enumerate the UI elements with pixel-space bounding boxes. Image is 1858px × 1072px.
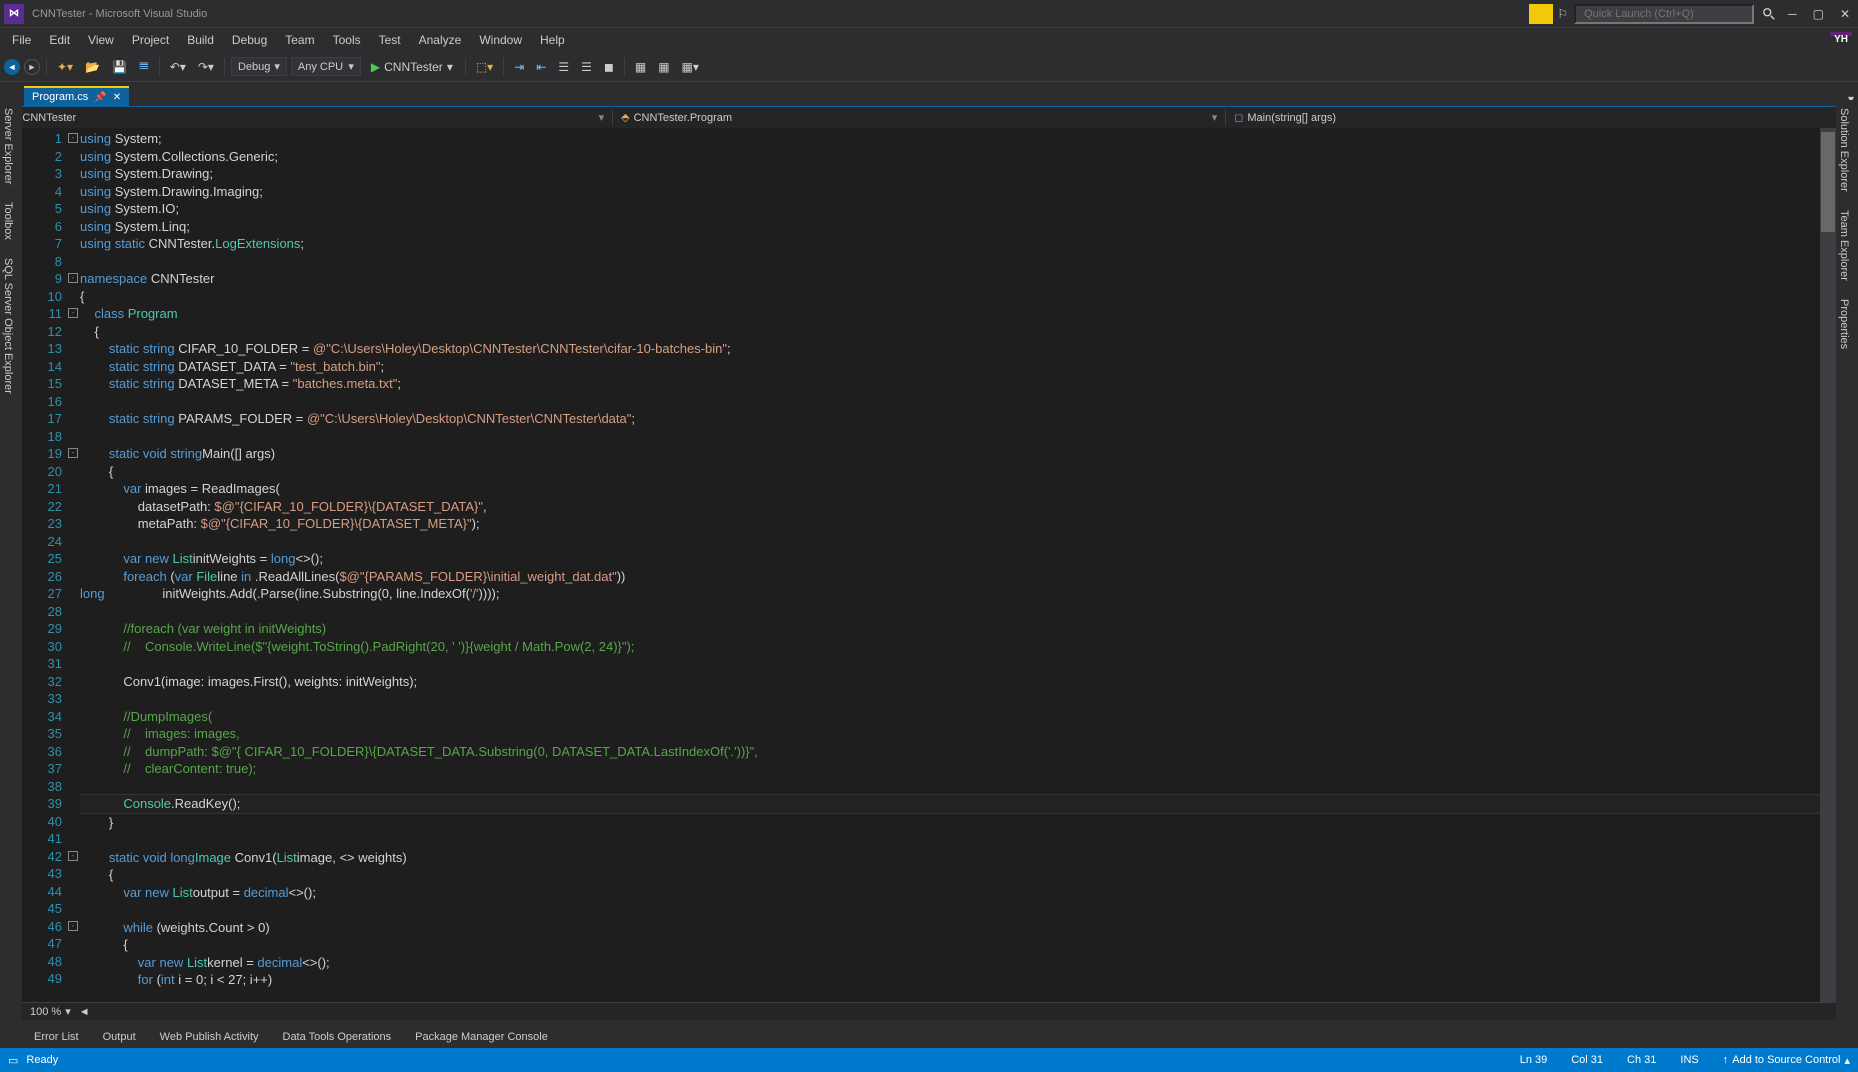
data-tools-tab[interactable]: Data Tools Operations bbox=[273, 1027, 402, 1047]
tab-label: Program.cs bbox=[32, 91, 88, 103]
add-source-control-button[interactable]: ↑Add to Source Control▴ bbox=[1723, 1054, 1850, 1067]
title-bar: ⋈ CNNTester - Microsoft Visual Studio ⚐ … bbox=[0, 0, 1858, 28]
error-list-tab[interactable]: Error List bbox=[24, 1027, 89, 1047]
menu-tools[interactable]: Tools bbox=[325, 31, 369, 49]
menu-window[interactable]: Window bbox=[471, 31, 530, 49]
nav-back-button[interactable]: ◄ bbox=[4, 59, 20, 75]
zoom-dropdown-icon[interactable]: ▾ bbox=[65, 1005, 71, 1018]
package-manager-tab[interactable]: Package Manager Console bbox=[405, 1027, 558, 1047]
menu-bar: File Edit View Project Build Debug Team … bbox=[0, 28, 1858, 52]
flag-icon[interactable]: ⚐ bbox=[1557, 7, 1568, 21]
vertical-scrollbar[interactable] bbox=[1820, 128, 1836, 1020]
menu-project[interactable]: Project bbox=[124, 31, 177, 49]
code-editor[interactable]: 1-23456789-1011-1213141516171819-2021222… bbox=[22, 128, 1836, 1020]
minimize-button[interactable]: ─ bbox=[1784, 5, 1801, 23]
properties-tab[interactable]: Properties bbox=[1836, 291, 1858, 357]
comment-button[interactable]: ☰ bbox=[554, 58, 573, 76]
line-gutter: 1-23456789-1011-1213141516171819-2021222… bbox=[22, 128, 80, 1020]
menu-build[interactable]: Build bbox=[179, 31, 222, 49]
status-ready: Ready bbox=[26, 1054, 58, 1066]
menu-help[interactable]: Help bbox=[532, 31, 573, 49]
pin-icon[interactable]: 📌 bbox=[94, 92, 106, 103]
tab-program-cs[interactable]: Program.cs 📌 ✕ bbox=[24, 86, 129, 106]
zoom-level[interactable]: 100 % bbox=[30, 1006, 61, 1018]
web-publish-tab[interactable]: Web Publish Activity bbox=[150, 1027, 269, 1047]
document-tabs: Program.cs 📌 ✕ ▾ bbox=[0, 82, 1858, 106]
status-ins: INS bbox=[1680, 1054, 1698, 1066]
left-tool-tabs: Server Explorer Toolbox SQL Server Objec… bbox=[0, 100, 22, 402]
menu-view[interactable]: View bbox=[80, 31, 122, 49]
menu-edit[interactable]: Edit bbox=[41, 31, 78, 49]
close-tab-icon[interactable]: ✕ bbox=[113, 92, 121, 103]
quick-launch-input[interactable] bbox=[1574, 4, 1754, 24]
status-icon: ▭ bbox=[8, 1054, 18, 1067]
notification-flag-icon[interactable] bbox=[1529, 4, 1553, 24]
config-dropdown[interactable]: Debug▾ bbox=[231, 57, 287, 76]
status-col: Col 31 bbox=[1571, 1054, 1603, 1066]
right-tool-tabs: Solution Explorer Team Explorer Properti… bbox=[1836, 100, 1858, 357]
output-tab[interactable]: Output bbox=[93, 1027, 146, 1047]
menu-file[interactable]: File bbox=[4, 31, 39, 49]
window-title: CNNTester - Microsoft Visual Studio bbox=[32, 8, 1529, 20]
code-nav-bar: ▣CNNTester▾ ⬘CNNTester.Program▾ ◻Main(st… bbox=[0, 106, 1858, 128]
menu-test[interactable]: Test bbox=[371, 31, 409, 49]
menu-debug[interactable]: Debug bbox=[224, 31, 275, 49]
code-area[interactable]: using System;using System.Collections.Ge… bbox=[80, 128, 1820, 1020]
open-file-button[interactable]: 📂 bbox=[81, 58, 104, 76]
save-button[interactable]: 💾 bbox=[108, 58, 131, 76]
member-nav-dropdown[interactable]: ◻Main(string[] args)▾ bbox=[1226, 109, 1858, 126]
server-explorer-tab[interactable]: Server Explorer bbox=[0, 100, 22, 192]
menu-analyze[interactable]: Analyze bbox=[411, 31, 470, 49]
bookmark-button[interactable]: ◼ bbox=[600, 58, 618, 76]
redo-button[interactable]: ↷▾ bbox=[194, 58, 218, 76]
scroll-thumb[interactable] bbox=[1821, 132, 1835, 232]
solution-explorer-tab[interactable]: Solution Explorer bbox=[1836, 100, 1858, 200]
toolbox-tab[interactable]: Toolbox bbox=[0, 194, 22, 248]
menu-team[interactable]: Team bbox=[277, 31, 322, 49]
vs-logo-icon: ⋈ bbox=[4, 4, 24, 24]
user-badge[interactable]: YH bbox=[1830, 32, 1852, 36]
status-line: Ln 39 bbox=[1520, 1054, 1548, 1066]
status-char: Ch 31 bbox=[1627, 1054, 1656, 1066]
new-project-button[interactable]: ✦▾ bbox=[53, 58, 77, 76]
maximize-button[interactable]: ▢ bbox=[1809, 5, 1828, 23]
save-all-button[interactable]: 𝍣 bbox=[135, 54, 153, 79]
toolbar: ◄ ► ✦▾ 📂 💾 𝍣 ↶▾ ↷▾ Debug▾ Any CPU▾ ▶CNNT… bbox=[0, 52, 1858, 82]
undo-button[interactable]: ↶▾ bbox=[166, 58, 190, 76]
sql-explorer-tab[interactable]: SQL Server Object Explorer bbox=[0, 250, 22, 402]
toolbar-btn-b[interactable]: ▦ bbox=[654, 58, 673, 76]
class-nav-dropdown[interactable]: ⬘CNNTester.Program▾ bbox=[613, 109, 1226, 126]
browse-button[interactable]: ⬚▾ bbox=[472, 58, 497, 76]
step-button-2[interactable]: ⇤ bbox=[532, 58, 550, 76]
status-bar: ▭ Ready Ln 39 Col 31 Ch 31 INS ↑Add to S… bbox=[0, 1048, 1858, 1072]
uncomment-button[interactable]: ☰ bbox=[577, 58, 596, 76]
platform-dropdown[interactable]: Any CPU▾ bbox=[291, 57, 361, 76]
project-nav-dropdown[interactable]: ▣CNNTester▾ bbox=[0, 109, 613, 126]
toolbar-btn-a[interactable]: ▦ bbox=[631, 58, 650, 76]
zoom-bar: 100 % ▾ ◄ bbox=[22, 1002, 1836, 1020]
close-button[interactable]: ✕ bbox=[1836, 5, 1854, 23]
toolbar-btn-c[interactable]: ▦▾ bbox=[678, 58, 703, 76]
nav-forward-button[interactable]: ► bbox=[24, 59, 40, 75]
team-explorer-tab[interactable]: Team Explorer bbox=[1836, 202, 1858, 289]
bottom-tool-tabs: Error List Output Web Publish Activity D… bbox=[0, 1020, 1858, 1048]
step-button-1[interactable]: ⇥ bbox=[510, 58, 528, 76]
search-icon[interactable] bbox=[1762, 7, 1776, 21]
start-debug-button[interactable]: ▶CNNTester▾ bbox=[365, 58, 459, 76]
